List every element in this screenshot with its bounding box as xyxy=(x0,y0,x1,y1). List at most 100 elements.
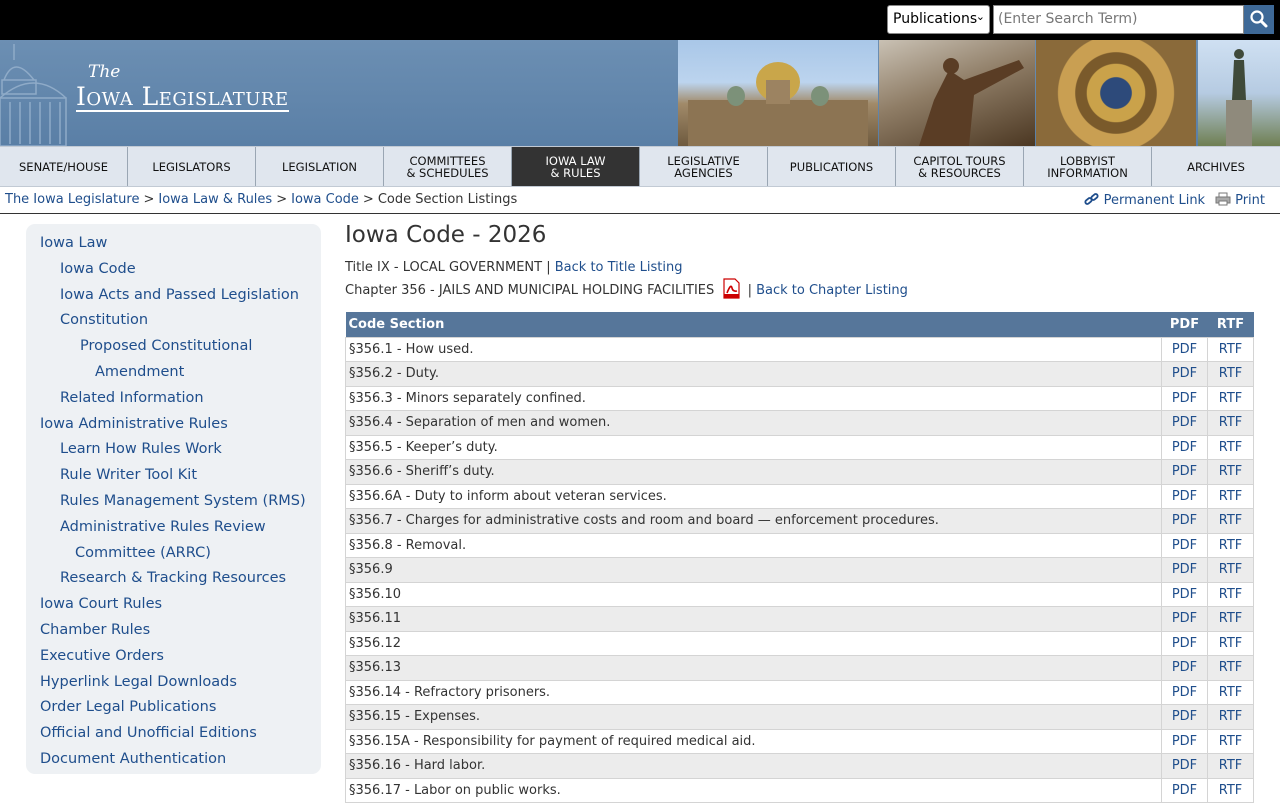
sidebar-item[interactable]: Constitution xyxy=(26,308,321,334)
rtf-link[interactable]: RTF xyxy=(1207,704,1254,730)
nav-legislative-agencies[interactable]: LEGISLATIVE AGENCIES xyxy=(640,147,768,186)
code-section-cell: §356.4 - Separation of men and women. xyxy=(345,410,1162,436)
sidebar-item[interactable]: Iowa Law xyxy=(26,231,321,257)
sidebar-item[interactable]: Rules Management System (RMS) xyxy=(26,489,321,515)
breadcrumb-link-iowa-code[interactable]: Iowa Code xyxy=(291,192,359,207)
pdf-link[interactable]: PDF xyxy=(1161,557,1208,583)
pdf-link[interactable]: PDF xyxy=(1161,679,1208,705)
search-icon xyxy=(1250,10,1268,28)
rtf-link[interactable]: RTF xyxy=(1207,753,1254,779)
statue-torch-photo xyxy=(879,40,1035,146)
rtf-link[interactable]: RTF xyxy=(1207,434,1254,460)
pdf-link[interactable]: PDF xyxy=(1161,777,1208,803)
pdf-link[interactable]: PDF xyxy=(1161,508,1208,534)
sidebar-item[interactable]: Rule Writer Tool Kit xyxy=(26,463,321,489)
chapter-line: Chapter 356 - JAILS AND MUNICIPAL HOLDIN… xyxy=(345,283,715,298)
rtf-link[interactable]: RTF xyxy=(1207,655,1254,681)
rtf-link[interactable]: RTF xyxy=(1207,508,1254,534)
rotunda-ceiling-photo xyxy=(1036,40,1196,146)
pdf-link[interactable]: PDF xyxy=(1161,728,1208,754)
code-section-cell: §356.5 - Keeper’s duty. xyxy=(345,434,1162,460)
rtf-link[interactable]: RTF xyxy=(1207,557,1254,583)
pdf-link[interactable]: PDF xyxy=(1161,336,1208,362)
printer-icon xyxy=(1215,192,1231,206)
sidebar-item[interactable]: Iowa Acts and Passed Legislation xyxy=(26,283,321,309)
table-row: §356.8 - Removal. PDF RTF xyxy=(345,532,1254,558)
pdf-link[interactable]: PDF xyxy=(1161,606,1208,632)
rtf-link[interactable]: RTF xyxy=(1207,532,1254,558)
rtf-link[interactable]: RTF xyxy=(1207,606,1254,632)
sidebar-item[interactable]: Iowa Court Rules xyxy=(26,592,321,618)
back-to-chapter-link[interactable]: Back to Chapter Listing xyxy=(756,283,908,298)
nav-legislation[interactable]: LEGISLATION xyxy=(256,147,384,186)
search-scope-select[interactable]: Publications ⌄ xyxy=(887,5,990,34)
nav-legislators[interactable]: LEGISLATORS xyxy=(128,147,256,186)
sidebar-item[interactable]: Executive Orders xyxy=(26,644,321,670)
rtf-link[interactable]: RTF xyxy=(1207,336,1254,362)
rtf-link[interactable]: RTF xyxy=(1207,410,1254,436)
pdf-link[interactable]: PDF xyxy=(1161,361,1208,387)
pdf-link[interactable]: PDF xyxy=(1161,630,1208,656)
permanent-link[interactable]: Permanent Link xyxy=(1084,192,1205,208)
table-row: §356.7 - Charges for administrative cost… xyxy=(345,508,1254,534)
nav-senate-house[interactable]: SENATE/HOUSE xyxy=(0,147,128,186)
sidebar-item[interactable]: Hyperlink Legal Downloads xyxy=(26,670,321,696)
table-row: §356.5 - Keeper’s duty. PDF RTF xyxy=(345,434,1254,460)
sidebar-item[interactable]: Related Information xyxy=(26,386,321,412)
nav-archives[interactable]: ARCHIVES xyxy=(1152,147,1280,186)
rtf-link[interactable]: RTF xyxy=(1207,459,1254,485)
nav-publications[interactable]: PUBLICATIONS xyxy=(768,147,896,186)
rtf-link[interactable]: RTF xyxy=(1207,581,1254,607)
breadcrumb-link-law-rules[interactable]: Iowa Law & Rules xyxy=(158,192,272,207)
back-to-title-link[interactable]: Back to Title Listing xyxy=(555,260,683,275)
sidebar-item[interactable]: Iowa Administrative Rules xyxy=(26,412,321,438)
sidebar-item[interactable]: Chamber Rules xyxy=(26,618,321,644)
rtf-link[interactable]: RTF xyxy=(1207,630,1254,656)
rtf-link[interactable]: RTF xyxy=(1207,679,1254,705)
pdf-link[interactable]: PDF xyxy=(1161,410,1208,436)
nav-lobbyist-information[interactable]: LOBBYIST INFORMATION xyxy=(1024,147,1152,186)
rtf-link[interactable]: RTF xyxy=(1207,483,1254,509)
pdf-link[interactable]: PDF xyxy=(1161,483,1208,509)
title-info: Title IX - LOCAL GOVERNMENT | Back to Ti… xyxy=(345,258,1255,278)
pdf-link[interactable]: PDF xyxy=(1161,434,1208,460)
table-row: §356.3 - Minors separately confined. PDF R… xyxy=(345,385,1254,411)
sidebar-item[interactable]: Committee (ARRC) xyxy=(26,541,321,567)
sidebar-item[interactable]: Order Legal Publications xyxy=(26,695,321,721)
sidebar-item[interactable]: Proposed Constitutional xyxy=(26,334,321,360)
rtf-link[interactable]: RTF xyxy=(1207,777,1254,803)
sidebar-item[interactable]: Amendment xyxy=(26,360,321,386)
code-section-cell: §356.6 - Sheriff’s duty. xyxy=(345,459,1162,485)
sidebar-item[interactable]: Iowa Code xyxy=(26,257,321,283)
nav-capitol-tours-resources[interactable]: CAPITOL TOURS & RESOURCES xyxy=(896,147,1024,186)
pdf-link[interactable]: PDF xyxy=(1161,704,1208,730)
nav-iowa-law-rules[interactable]: IOWA LAW & RULES xyxy=(512,147,640,186)
nav-committees-schedules[interactable]: COMMITTEES & SCHEDULES xyxy=(384,147,512,186)
sidebar-item[interactable]: Administrative Rules Review xyxy=(26,515,321,541)
site-logo[interactable]: Iowa Legislature xyxy=(76,84,289,112)
pdf-link[interactable]: PDF xyxy=(1161,532,1208,558)
sidebar-item[interactable]: Learn How Rules Work xyxy=(26,437,321,463)
breadcrumb-current: Code Section Listings xyxy=(377,192,518,207)
code-section-cell: §356.9 xyxy=(345,557,1162,583)
pdf-link[interactable]: PDF xyxy=(1161,655,1208,681)
link-icon xyxy=(1084,192,1100,206)
rtf-link[interactable]: RTF xyxy=(1207,361,1254,387)
search-button[interactable] xyxy=(1244,5,1274,34)
code-section-cell: §356.3 - Minors separately confined. xyxy=(345,385,1162,411)
pdf-link[interactable]: PDF xyxy=(1161,385,1208,411)
print-label: Print xyxy=(1235,193,1265,208)
sidebar-item[interactable]: Official and Unofficial Editions xyxy=(26,721,321,747)
pdf-link[interactable]: PDF xyxy=(1161,581,1208,607)
search-input[interactable]: (Enter Search Term) xyxy=(993,5,1244,34)
pdf-link[interactable]: PDF xyxy=(1161,459,1208,485)
table-row: §356.12 PDF RTF xyxy=(345,630,1254,656)
sidebar-item[interactable]: Document Authentication xyxy=(26,747,321,773)
pdf-file-icon[interactable] xyxy=(722,278,741,299)
sidebar-item[interactable]: Research & Tracking Resources xyxy=(26,566,321,592)
rtf-link[interactable]: RTF xyxy=(1207,385,1254,411)
rtf-link[interactable]: RTF xyxy=(1207,728,1254,754)
breadcrumb-link-home[interactable]: The Iowa Legislature xyxy=(5,192,139,207)
print-link[interactable]: Print xyxy=(1215,192,1265,208)
pdf-link[interactable]: PDF xyxy=(1161,753,1208,779)
